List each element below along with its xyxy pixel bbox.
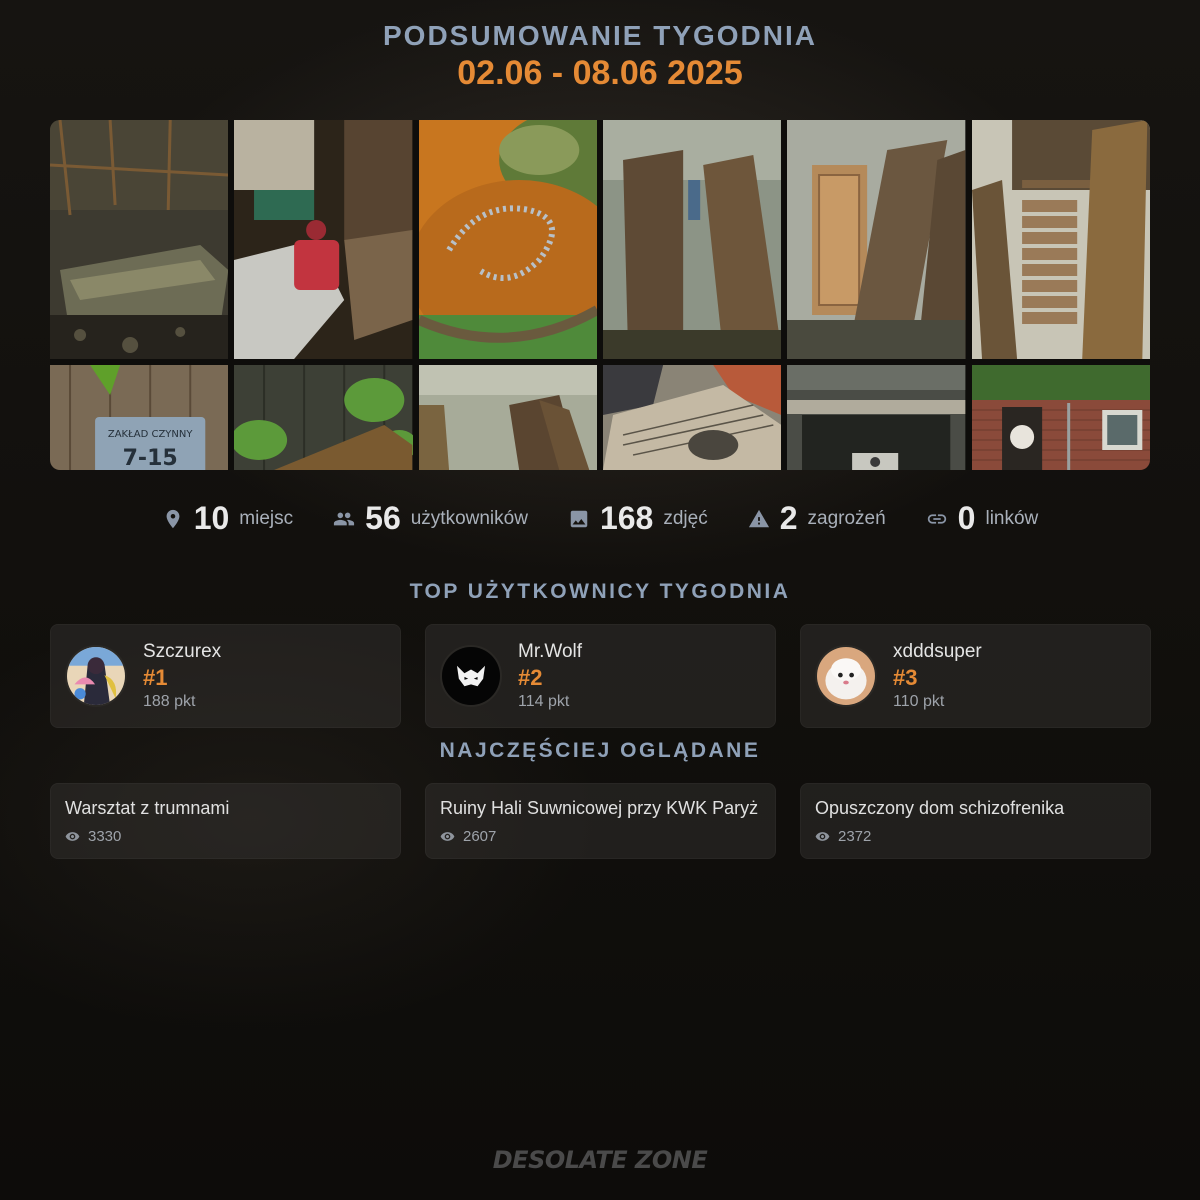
stat-label: linków [985, 507, 1039, 529]
date-range: 02.06 - 08.06 2025 [457, 54, 743, 92]
stat-label: miejsc [239, 507, 294, 529]
place-views: 3330 [65, 828, 386, 845]
stat-places: 10 miejsc [162, 500, 293, 537]
view-count: 3330 [88, 828, 122, 845]
gallery-photo-5[interactable] [787, 120, 966, 359]
stat-value: 56 [365, 500, 401, 536]
gallery-photo-10[interactable] [602, 365, 782, 470]
place-name[interactable]: Warsztat z trumnami [65, 798, 386, 819]
header: PODSUMOWANIE TYGODNIA 02.06 - 08.06 2025 [0, 20, 1200, 93]
user-points: 188 pkt [143, 693, 196, 710]
place-views: 2607 [440, 828, 761, 845]
stat-label: użytkowników [410, 507, 528, 529]
gallery-photo-11[interactable] [787, 365, 966, 470]
stat-value: 0 [957, 500, 976, 536]
image-icon [568, 508, 590, 530]
user-name[interactable]: Mr.Wolf [518, 641, 582, 663]
user-rank: #1 [143, 665, 168, 690]
user-card-3[interactable]: xdddsuper #3 110 pkt [800, 624, 1151, 728]
place-name[interactable]: Ruiny Hali Suwnicowej przy KWK Paryż [440, 798, 761, 819]
view-count: 2372 [838, 828, 872, 845]
users-icon [333, 508, 355, 530]
location-pin-icon [162, 508, 184, 530]
plate-text: ZAKŁAD CZYNNY [108, 429, 194, 440]
stat-users: 56 użytkowników [333, 500, 528, 537]
gallery-photo-2[interactable] [234, 120, 413, 359]
place-views: 2372 [815, 828, 1136, 845]
stat-value: 10 [193, 500, 230, 536]
place-card-1[interactable]: Warsztat z trumnami 3330 [50, 783, 401, 859]
user-name[interactable]: xdddsuper [893, 641, 982, 663]
stat-label: zdjęć [663, 507, 708, 529]
stat-label: zagrożeń [807, 507, 886, 529]
avatar [440, 645, 502, 707]
plate-hours: 7-15 [123, 446, 178, 470]
eye-icon [65, 829, 80, 844]
user-card-2[interactable]: Mr.Wolf #2 114 pkt [425, 624, 776, 728]
gallery-photo-4[interactable] [602, 120, 782, 359]
gallery-photo-1[interactable] [50, 120, 229, 359]
top-users-heading: TOP UŻYTKOWNICY TYGODNIA [409, 580, 791, 603]
eye-icon [815, 829, 830, 844]
user-name[interactable]: Szczurex [143, 641, 221, 663]
gallery-photo-8[interactable] [234, 365, 413, 470]
most-viewed-heading: NAJCZĘŚCIEJ OGLĄDANE [439, 739, 761, 762]
most-viewed-list: Warsztat z trumnami 3330 Ruiny Hali Suwn… [50, 783, 1151, 859]
avatar [815, 645, 877, 707]
user-info: Szczurex #1 188 pkt [143, 641, 221, 711]
place-card-2[interactable]: Ruiny Hali Suwnicowej przy KWK Paryż 260… [425, 783, 776, 859]
place-card-3[interactable]: Opuszczony dom schizofrenika 2372 [800, 783, 1151, 859]
photo-gallery: ZAKŁAD CZYNNY 7-15 [50, 120, 1150, 470]
view-count: 2607 [463, 828, 497, 845]
stat-value: 168 [599, 500, 654, 536]
top-users-list: Szczurex #1 188 pkt Mr.Wolf #2 114 pkt x… [50, 624, 1151, 728]
link-icon [926, 508, 948, 530]
gallery-photo-9[interactable] [418, 365, 597, 470]
gallery-photo-6[interactable] [971, 120, 1150, 359]
user-info: Mr.Wolf #2 114 pkt [518, 641, 582, 711]
desolate-zone-logo: DESOLATE ZONE [492, 1146, 708, 1174]
page-title: PODSUMOWANIE TYGODNIA [382, 20, 817, 51]
avatar [65, 645, 127, 707]
user-info: xdddsuper #3 110 pkt [893, 641, 982, 711]
gallery-photo-3[interactable] [418, 120, 597, 359]
user-points: 114 pkt [518, 693, 570, 710]
user-points: 110 pkt [893, 693, 945, 710]
stat-photos: 168 zdjęć [568, 500, 708, 537]
eye-icon [440, 829, 455, 844]
user-rank: #2 [518, 665, 543, 690]
stat-value: 2 [779, 500, 798, 536]
stat-hazards: 2 zagrożeń [748, 500, 886, 537]
user-rank: #3 [893, 665, 918, 690]
place-name[interactable]: Opuszczony dom schizofrenika [815, 798, 1136, 819]
user-card-1[interactable]: Szczurex #1 188 pkt [50, 624, 401, 728]
stats-bar: 10 miejsc 56 użytkowników 168 zdjęć 2 za… [0, 500, 1200, 537]
stat-links: 0 linków [926, 500, 1039, 537]
gallery-photo-12[interactable] [971, 365, 1150, 470]
warning-icon [748, 508, 770, 530]
gallery-photo-7[interactable]: ZAKŁAD CZYNNY 7-15 [50, 365, 229, 470]
